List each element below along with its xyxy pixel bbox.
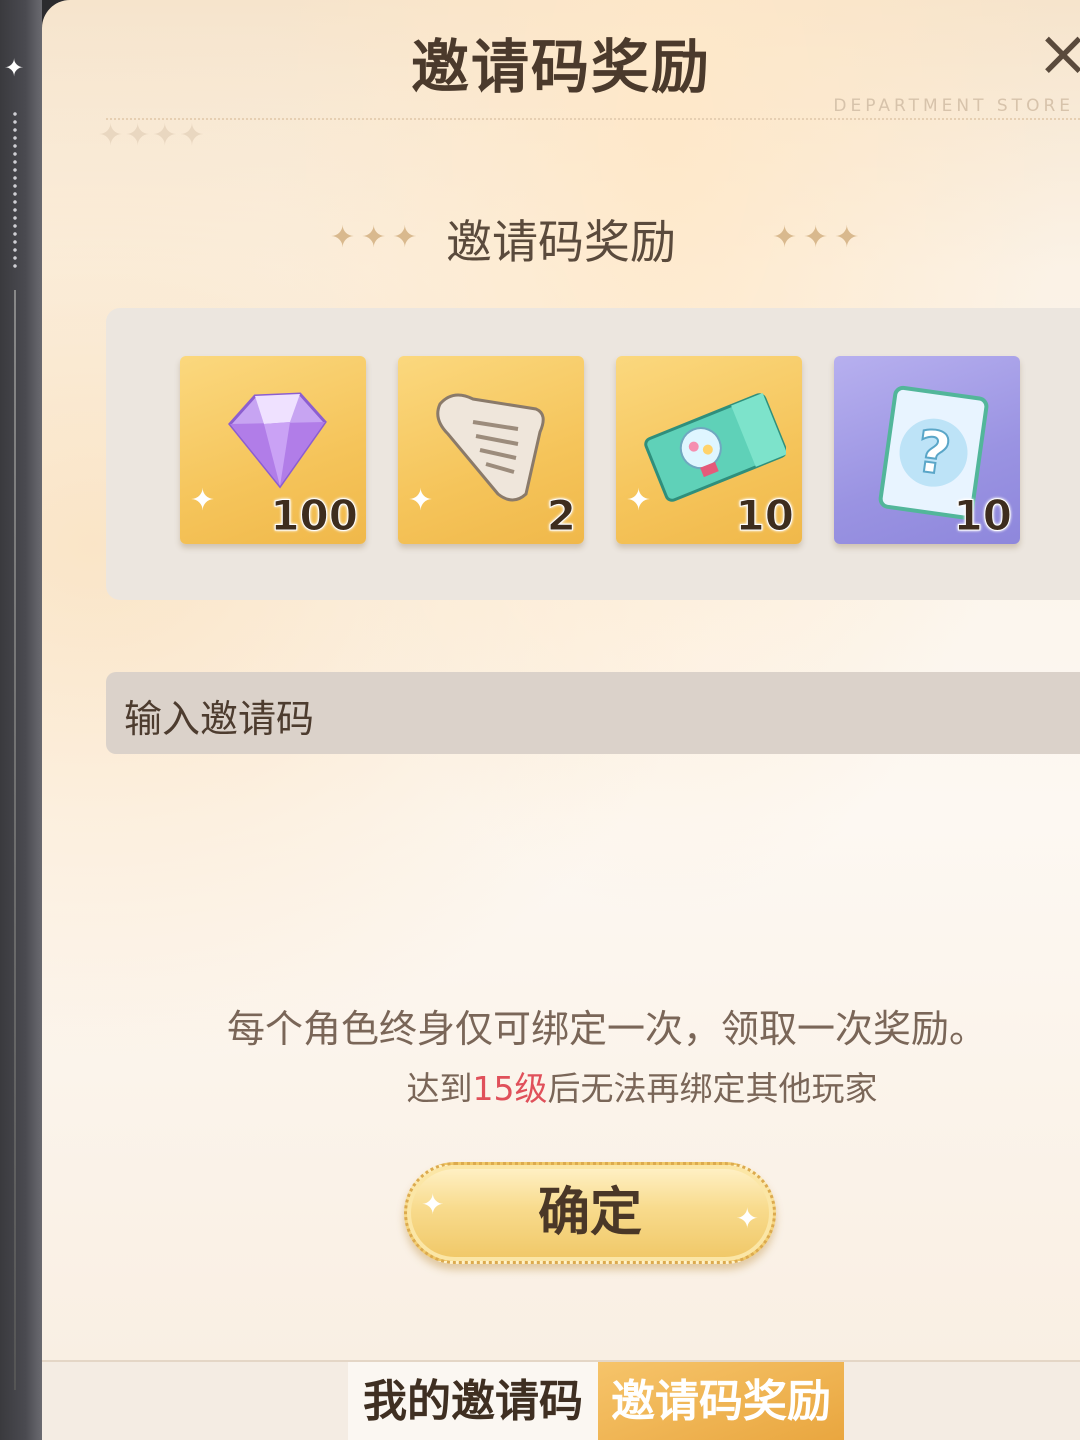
tab-my-invite-code[interactable]: 我的邀请码 — [348, 1362, 598, 1440]
binding-rule-text: 每个角色终身仅可绑定一次，领取一次奖励。 — [226, 1007, 987, 1051]
level-limit-suffix: 后无法再绑定其他玩家 — [547, 1069, 878, 1108]
rewards-section-title: 邀请码奖励 — [446, 215, 676, 269]
title-divider — [106, 118, 1080, 120]
sparkle-icon: ✦ — [408, 483, 434, 518]
sparkle-icon: ✦ — [4, 54, 25, 82]
scroll-icon — [436, 393, 545, 502]
reward-item-diamond[interactable]: ✦ 100 — [180, 356, 366, 544]
sparkle-icon: ✦ — [421, 1188, 445, 1221]
confirm-button-label: 确定 — [537, 1183, 642, 1243]
tab-invite-reward[interactable]: 邀请码奖励 — [598, 1362, 844, 1440]
reward-quantity: 100 — [270, 491, 359, 541]
left-frame: ✦ — [0, 0, 42, 1440]
level-limit-prefix: 达到 — [406, 1069, 473, 1108]
dot-decoration — [12, 110, 18, 270]
reward-item-scroll[interactable]: ✦ 2 — [398, 356, 584, 544]
level-limit-highlight: 15级 — [472, 1069, 548, 1108]
level-limit-text: 达到15级后无法再绑定其他玩家 — [42, 1062, 1080, 1110]
frame-divider — [14, 290, 16, 1390]
sparkle-icon: ✦ — [735, 1202, 759, 1235]
title-stars-decoration: ✦✦✦✦ — [98, 118, 207, 153]
sparkle-icon: ✦ — [626, 483, 652, 518]
invite-code-input[interactable]: 输入邀请码 — [106, 672, 1080, 754]
rewards-list: ✦ 100 ✦ 2 ✦ 10 ? 10 — [106, 308, 1080, 600]
page-title: 邀请码奖励 — [410, 33, 711, 101]
reward-quantity: 2 — [546, 491, 576, 541]
department-store-label: DEPARTMENT STORE — [833, 96, 1074, 116]
reward-quantity: 10 — [953, 491, 1012, 541]
invite-reward-panel: 邀请码奖励 × DEPARTMENT STORE ✦✦✦✦ ✦✦✦ 邀请码奖励 … — [42, 0, 1080, 1360]
close-icon[interactable]: × — [1036, 22, 1080, 86]
reward-item-mystery-card[interactable]: ? 10 — [834, 356, 1020, 544]
bottom-tab-bar: 我的邀请码 邀请码奖励 — [42, 1360, 1080, 1440]
reward-quantity: 10 — [735, 491, 794, 541]
sparkle-icon: ✦ — [190, 483, 216, 518]
confirm-button[interactable]: ✦ 确定 ✦ — [404, 1162, 776, 1264]
sparkle-decoration-right: ✦✦✦ — [772, 220, 866, 255]
reward-item-ticket[interactable]: ✦ 10 — [616, 356, 802, 544]
